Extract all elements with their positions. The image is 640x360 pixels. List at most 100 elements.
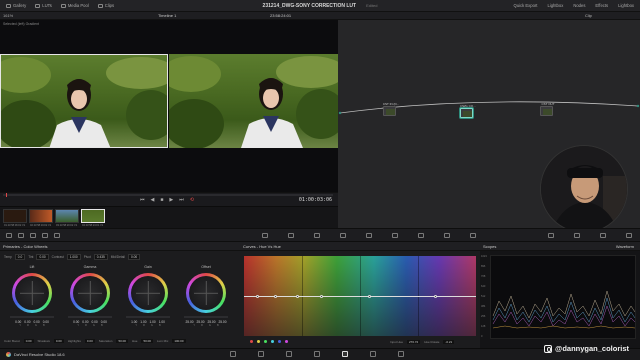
stop-icon[interactable]: ■ <box>160 197 163 203</box>
skip-forward-icon[interactable]: ⏭ <box>179 197 184 203</box>
tab-quick-export[interactable]: Quick Export <box>513 3 537 8</box>
contrast-field[interactable]: 1.000 <box>66 253 81 260</box>
hue-rotate-label: Hue Rotate <box>424 340 440 344</box>
tab-effects[interactable]: Effects <box>595 3 608 8</box>
gamma-color-wheel[interactable] <box>70 273 110 313</box>
viewer[interactable]: Selected (left) Gradient <box>0 20 338 192</box>
clip-thumbnail[interactable]: 03 23:58:20:02 V1 <box>55 209 79 227</box>
deliver-page-icon[interactable] <box>398 351 404 357</box>
temp-field[interactable]: 0.0 <box>14 253 26 260</box>
cyan-swatch[interactable] <box>271 340 274 343</box>
shadows-field[interactable]: 0.00 <box>53 339 64 343</box>
red-swatch[interactable] <box>250 340 253 343</box>
channel-label: R <box>27 324 29 327</box>
input-hue-field[interactable]: 270.72 <box>407 340 421 344</box>
lift-master-slider[interactable] <box>10 316 54 318</box>
gamma-master-slider[interactable] <box>68 316 112 318</box>
curve-control-point[interactable] <box>434 295 437 298</box>
lum-mix-field[interactable]: 100.00 <box>172 339 186 343</box>
tab-lightbox[interactable]: Lightbox <box>547 3 563 8</box>
lift-color-wheel[interactable] <box>12 273 52 313</box>
curve-control-point[interactable] <box>320 295 323 298</box>
magenta-swatch[interactable] <box>285 340 288 343</box>
highlights-field[interactable]: 0.00 <box>84 339 95 343</box>
playhead[interactable] <box>6 193 7 197</box>
color-page-icon[interactable] <box>342 351 348 357</box>
skip-back-icon[interactable]: ⏮ <box>140 197 145 203</box>
loop-icon[interactable]: ⟲ <box>190 197 194 203</box>
qualifier-icon[interactable] <box>314 233 320 238</box>
tab-label: Quick Export <box>513 3 538 8</box>
sizing-icon[interactable] <box>470 233 476 238</box>
clip-thumbnail[interactable]: 02 23:58:19:02 V1 <box>29 209 53 227</box>
pivot-field[interactable]: 0.435 <box>93 253 108 260</box>
magic-mask-icon[interactable] <box>392 233 398 238</box>
key-icon[interactable] <box>444 233 450 238</box>
edit-page-icon[interactable] <box>286 351 292 357</box>
fairlight-page-icon[interactable] <box>370 351 376 357</box>
curve-control-point[interactable] <box>274 295 277 298</box>
tab-lightbox-2[interactable]: Lightbox <box>618 3 634 8</box>
channel-label: B <box>42 324 45 327</box>
tab-nodes[interactable]: Nodes <box>573 3 585 8</box>
node-mode-select[interactable]: Clip <box>585 13 592 18</box>
scopes-toggle-icon[interactable] <box>548 233 554 238</box>
rgb-mixer-icon[interactable] <box>42 233 48 238</box>
curve-control-point[interactable] <box>256 295 259 298</box>
color-match-icon[interactable] <box>18 233 24 238</box>
reverse-icon[interactable]: ◀ <box>151 197 155 203</box>
lightbox-icon[interactable] <box>626 233 632 238</box>
viewer-frame-current[interactable] <box>169 54 338 148</box>
tab-gallery[interactable]: Gallery <box>6 3 26 8</box>
keyframes-icon[interactable] <box>574 233 580 238</box>
tracker-icon[interactable] <box>366 233 372 238</box>
offset-master-slider[interactable] <box>184 316 228 318</box>
wheel-value[interactable]: 25.00 <box>218 320 226 324</box>
hue-field[interactable]: 50.00 <box>141 339 153 343</box>
curve-control-point[interactable] <box>368 295 371 298</box>
yellow-swatch[interactable] <box>257 340 260 343</box>
node-cst-out[interactable]: CST OUT <box>540 102 555 116</box>
resolve-logo-icon <box>6 352 11 357</box>
curve-control-point[interactable] <box>296 295 299 298</box>
color-boost-field[interactable]: 0.00 <box>23 339 34 343</box>
wheel-value[interactable]: 25.00 <box>186 320 194 324</box>
gain-master-slider[interactable] <box>126 316 170 318</box>
hue-curve[interactable] <box>244 296 476 297</box>
color-warper-icon[interactable] <box>288 233 294 238</box>
zoom-level[interactable]: 161% <box>3 13 13 18</box>
color-wheels-icon[interactable] <box>30 233 36 238</box>
cut-page-icon[interactable] <box>258 351 264 357</box>
mid-detail-field[interactable]: 0.00 <box>127 253 141 260</box>
blue-swatch[interactable] <box>278 340 281 343</box>
clip-caption: 04 23:58:24:01 V1 <box>82 224 104 227</box>
fusion-page-icon[interactable] <box>314 351 320 357</box>
offset-color-wheel[interactable] <box>186 273 226 313</box>
saturation-field[interactable]: 50.00 <box>116 339 128 343</box>
hue-rotate-field[interactable]: -0.21 <box>443 340 455 344</box>
scopes-title: Scopes <box>483 243 497 249</box>
node-thumbnail <box>463 111 472 117</box>
node-cst-in[interactable]: CST IN (D... <box>383 102 399 116</box>
tint-field[interactable]: 0.00 <box>36 253 49 260</box>
blur-icon[interactable] <box>418 233 424 238</box>
window-icon[interactable] <box>340 233 346 238</box>
play-icon[interactable]: ▶ <box>169 197 173 203</box>
camera-raw-icon[interactable] <box>6 233 12 238</box>
media-page-icon[interactable] <box>230 351 236 357</box>
motion-effects-icon[interactable] <box>54 233 60 238</box>
clip-thumbnail[interactable]: 01 23:58:06:02 V1 <box>3 209 27 227</box>
timeline-name[interactable]: Timeline 1 <box>158 13 176 18</box>
green-swatch[interactable] <box>264 340 267 343</box>
tab-luts[interactable]: LUTs <box>35 3 52 8</box>
scrub-bar[interactable] <box>3 193 333 197</box>
scope-mode-select[interactable]: Waveform <box>616 244 634 249</box>
tab-clips[interactable]: Clips <box>97 3 114 8</box>
tab-media-pool[interactable]: Media Pool <box>60 3 89 8</box>
gain-color-wheel[interactable] <box>128 273 168 313</box>
info-icon[interactable] <box>600 233 606 238</box>
node-dwg-correction[interactable]: DWG CO... <box>460 104 476 118</box>
clip-thumbnail-selected[interactable]: 04 23:58:24:01 V1 <box>81 209 105 227</box>
viewer-frame-reference[interactable] <box>0 54 168 148</box>
curves-icon[interactable] <box>262 233 268 238</box>
